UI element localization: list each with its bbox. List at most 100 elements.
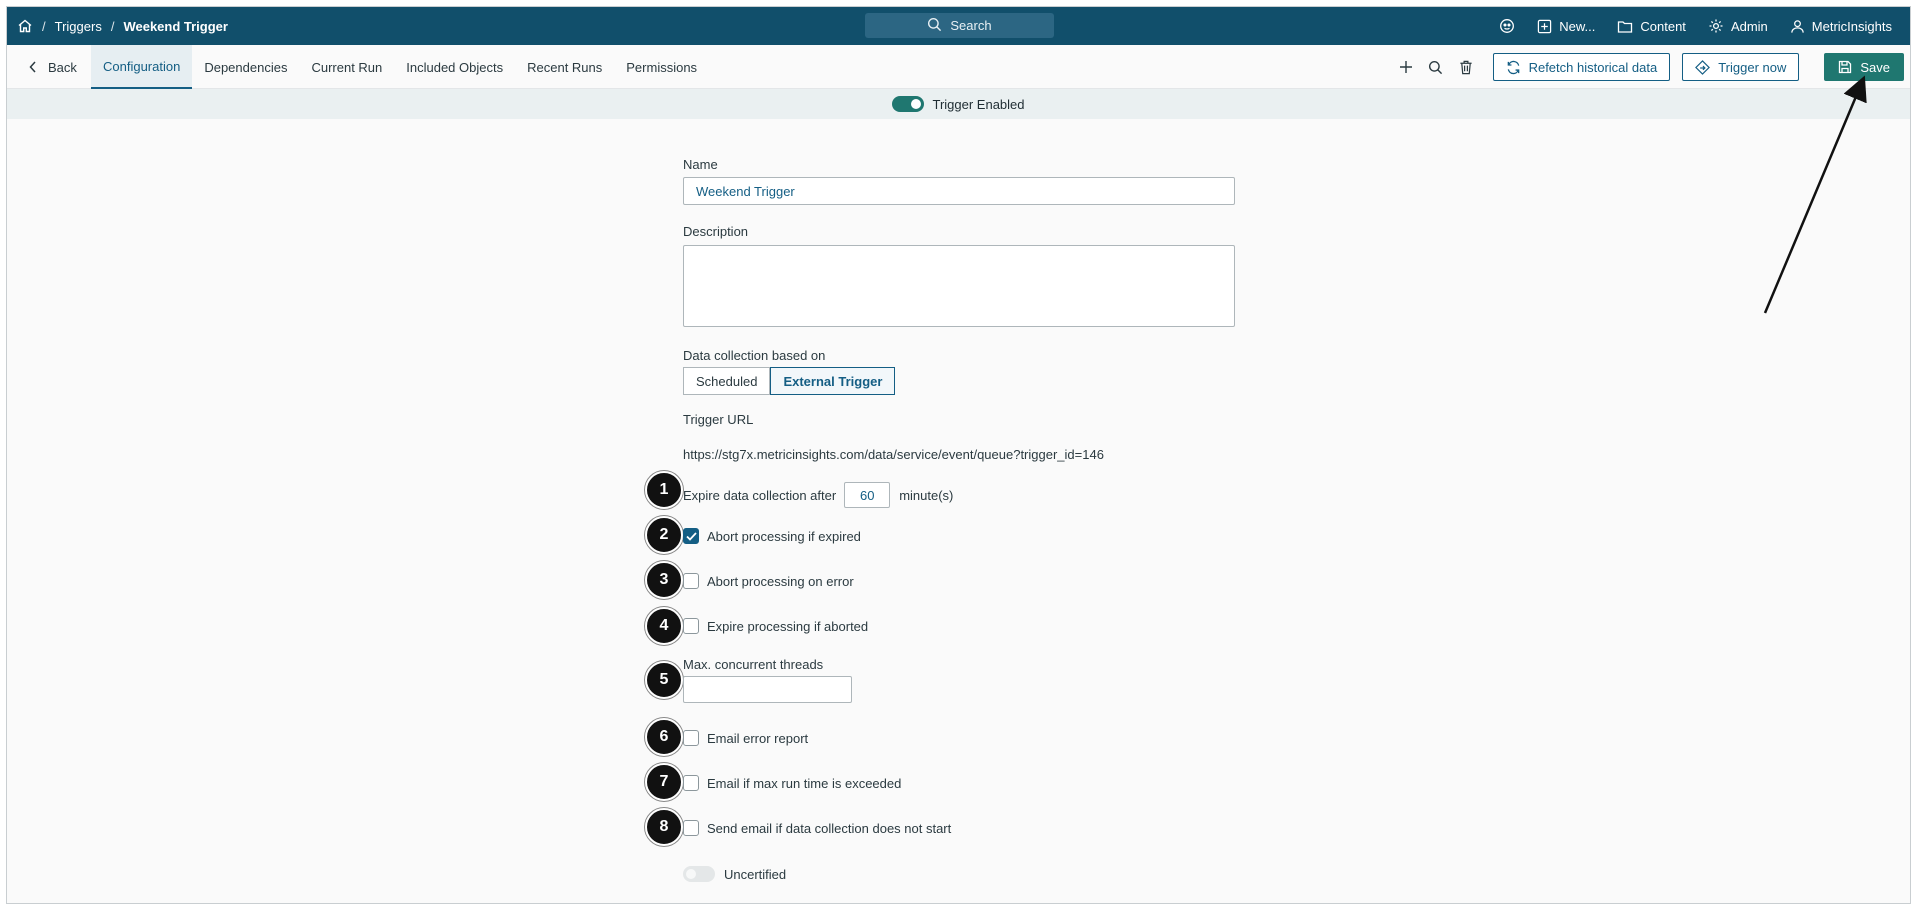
callout-marker: 6 [645, 718, 683, 756]
callout-marker: 8 [645, 808, 683, 846]
breadcrumb-separator: / [110, 18, 115, 34]
abort-expired-label: Abort processing if expired [707, 528, 861, 544]
global-search[interactable]: Search [865, 13, 1054, 38]
folder-icon [1618, 20, 1633, 33]
expire-suffix: minute(s) [899, 487, 954, 503]
email-runtime-label: Email if max run time is exceeded [707, 775, 902, 791]
abort-expired-checkbox[interactable] [683, 528, 699, 544]
toolbar: Refetch historical data Trigger now Save [1391, 45, 1904, 89]
new-menu[interactable]: New... [1537, 19, 1595, 34]
callout-marker: 5 [645, 661, 683, 699]
email-runtime-checkbox[interactable] [683, 775, 699, 791]
gear-icon [1709, 19, 1723, 33]
trigger-now-button[interactable]: Trigger now [1682, 53, 1800, 81]
content-menu[interactable]: Content [1617, 19, 1686, 34]
abort-error-label: Abort processing on error [707, 573, 854, 589]
tab-current-run[interactable]: Current Run [299, 45, 394, 89]
back-button[interactable]: Back [29, 45, 77, 89]
content-label: Content [1640, 18, 1686, 34]
tab-permissions[interactable]: Permissions [614, 45, 709, 89]
breadcrumb-current: Weekend Trigger [123, 18, 228, 34]
email-runtime-row: Email if max run time is exceeded [683, 773, 901, 793]
email-nostart-label: Send email if data collection does not s… [707, 820, 952, 836]
diamond-arrow-icon [1695, 59, 1711, 75]
tab-dependencies[interactable]: Dependencies [192, 45, 299, 89]
trigger-now-label: Trigger now [1718, 59, 1787, 75]
name-value: Weekend Trigger [696, 184, 795, 199]
email-error-row: Email error report [683, 728, 808, 748]
collection-option-external-trigger[interactable]: External Trigger [770, 367, 896, 395]
check-icon [685, 531, 697, 541]
collection-option-scheduled[interactable]: Scheduled [683, 367, 771, 395]
tab-included-objects[interactable]: Included Objects [394, 45, 515, 89]
abort-error-row: Abort processing on error [683, 571, 854, 591]
trigger-enabled-label: Trigger Enabled [932, 96, 1025, 112]
callout-marker: 1 [645, 471, 683, 509]
refresh-icon [1507, 60, 1519, 74]
tab-recent-runs[interactable]: Recent Runs [515, 45, 614, 89]
callout-marker: 2 [645, 516, 683, 554]
plus-square-icon [1538, 19, 1552, 33]
tab-configuration[interactable]: Configuration [91, 45, 193, 89]
top-nav: New... Content Admin MetricInsights [1477, 7, 1892, 45]
expire-aborted-label: Expire processing if aborted [707, 618, 869, 634]
user-menu[interactable]: MetricInsights [1790, 19, 1892, 34]
email-error-label: Email error report [707, 730, 809, 746]
email-nostart-checkbox[interactable] [683, 820, 699, 836]
certified-label: Uncertified [724, 866, 787, 882]
callout-marker: 4 [645, 607, 683, 645]
email-nostart-row: Send email if data collection does not s… [683, 818, 951, 838]
search-icon [927, 17, 942, 35]
top-bar: / Triggers / Weekend Trigger Search New.… [7, 7, 1910, 45]
abort-error-checkbox[interactable] [683, 573, 699, 589]
collection-label: Data collection based on [683, 348, 826, 363]
abort-expired-row: Abort processing if expired [683, 526, 861, 546]
admin-menu[interactable]: Admin [1708, 18, 1768, 34]
expire-prefix: Expire data collection after [683, 487, 837, 503]
callout-marker: 7 [645, 763, 683, 801]
trigger-url-value: https://stg7x.metricinsights.com/data/se… [683, 447, 1104, 462]
refetch-label: Refetch historical data [1528, 59, 1658, 75]
name-input[interactable]: Weekend Trigger [683, 177, 1235, 205]
name-label: Name [683, 157, 718, 172]
back-label: Back [48, 59, 77, 75]
trigger-url-label: Trigger URL [683, 412, 754, 427]
save-label: Save [1860, 59, 1890, 75]
threads-label: Max. concurrent threads [683, 657, 824, 672]
callout-marker: 3 [645, 561, 683, 599]
breadcrumb-triggers[interactable]: Triggers [55, 19, 102, 34]
breadcrumb: / Triggers / Weekend Trigger [17, 7, 228, 45]
save-button[interactable]: Save [1824, 53, 1904, 81]
app-window: / Triggers / Weekend Trigger Search New.… [6, 6, 1911, 904]
email-error-checkbox[interactable] [683, 730, 699, 746]
description-input[interactable] [683, 245, 1235, 327]
chevron-left-icon [29, 61, 36, 73]
new-label: New... [1559, 18, 1596, 34]
expire-aborted-checkbox[interactable] [683, 618, 699, 634]
search-label: Search [950, 18, 992, 33]
user-label: MetricInsights [1811, 18, 1892, 34]
expire-row: Expire data collection after 60 minute(s… [683, 481, 953, 509]
search-icon[interactable] [1421, 60, 1451, 75]
collection-segmented-control: Scheduled External Trigger [683, 367, 896, 395]
user-icon [1791, 19, 1804, 33]
expire-minutes-input[interactable]: 60 [844, 482, 891, 508]
breadcrumb-separator: / [42, 18, 46, 34]
trash-icon[interactable] [1451, 60, 1481, 75]
description-label: Description [683, 224, 749, 239]
home-icon[interactable] [17, 18, 33, 34]
refetch-historical-data-button[interactable]: Refetch historical data [1492, 53, 1671, 81]
ai-assistant-button[interactable] [1499, 18, 1515, 34]
certified-row: Uncertified [683, 864, 786, 884]
admin-label: Admin [1730, 18, 1768, 34]
tabs: Configuration Dependencies Current Run I… [91, 45, 709, 89]
trigger-enabled-toggle[interactable] [892, 96, 925, 112]
tab-bar: Back Configuration Dependencies Current … [7, 45, 1910, 89]
save-icon [1839, 60, 1852, 74]
trigger-enabled-bar: Trigger Enabled [7, 89, 1910, 119]
add-icon[interactable] [1391, 60, 1421, 74]
expire-minutes-value: 60 [859, 487, 875, 503]
threads-input[interactable] [683, 676, 852, 703]
certified-toggle[interactable] [683, 866, 715, 882]
expire-aborted-row: Expire processing if aborted [683, 616, 868, 636]
